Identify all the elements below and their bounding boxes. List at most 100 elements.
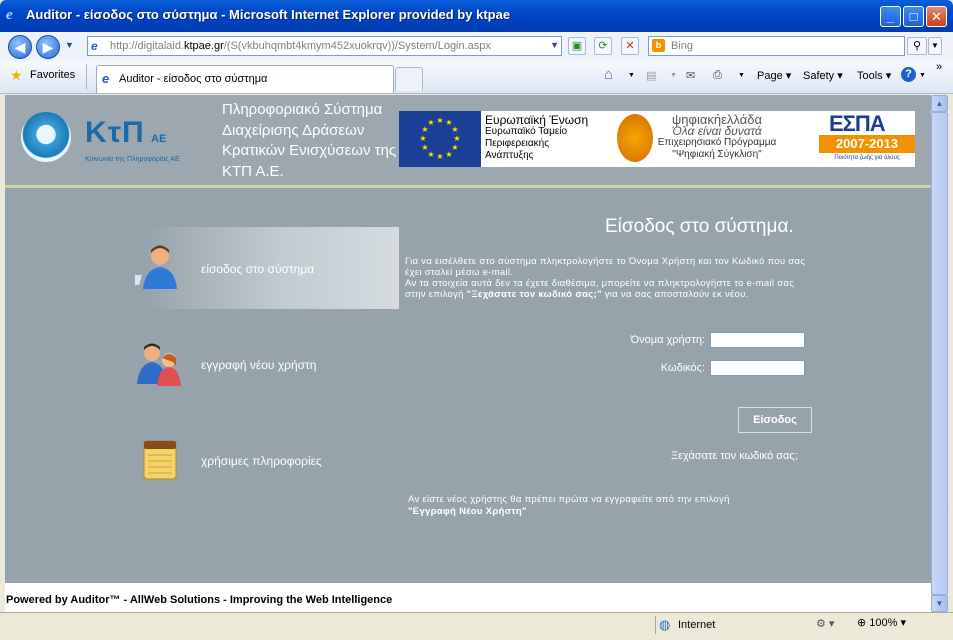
form-title: Είσοδος στο σύστημα. [605,216,794,237]
globe-icon: ◍ [659,617,671,632]
eu-line2: Περιφερειακής [485,138,550,149]
scroll-down-button[interactable]: ▼ [931,595,948,612]
espa-logo: ΕΣΠΑ 2007-2013 Ποιότητα ζωής για όλους [819,111,915,167]
window-title: Auditor - είσοδος στο σύστημα - Microsof… [26,7,511,22]
username-input[interactable] [710,332,805,348]
menu-item-register[interactable]: εγγραφή νέου χρήστη [201,358,316,372]
psifiaki-ellada-icon [617,114,653,162]
tools-menu[interactable]: Tools ▾ [857,69,891,82]
username-label: Όνομα χρήστη: [630,334,705,346]
protected-mode-icon[interactable]: ⚙ ▾ [816,617,834,630]
page-footer: Powered by Auditor™ - AllWeb Solutions -… [5,583,931,612]
address-dropdown-icon[interactable]: ▼ [550,40,559,50]
login-button[interactable]: Είσοδος [738,407,812,433]
search-placeholder: Bing [671,40,694,52]
home-dropdown-icon[interactable]: ▼ [628,72,635,79]
forgot-password-link[interactable]: Ξεχάσατε τον κωδικό σας; [671,450,798,462]
ps-slogan: Όλα είναι δυνατά [672,123,762,138]
security-zone: ◍ Internet [655,616,805,634]
minimize-button[interactable]: _ [880,6,901,27]
maximize-button[interactable]: □ [903,6,924,27]
back-button[interactable]: ◀ [8,35,32,59]
svg-text:★: ★ [421,143,428,152]
svg-text:★: ★ [436,116,443,125]
espa-years: 2007-2013 [819,135,915,153]
menu-item-login[interactable]: είσοδος στο σύστημα [201,262,314,276]
system-title: Πληροφοριακό Σύστημα Διαχείρισης Δράσεων… [222,101,397,180]
logo-ae: ΑΕ [151,133,167,145]
svg-text:★: ★ [427,118,434,127]
new-tab-button[interactable] [395,67,423,91]
svg-text:★: ★ [436,152,443,161]
safety-menu[interactable]: Safety ▾ [803,69,843,82]
espa-title: ΕΣΠΑ [829,111,886,136]
svg-text:★: ★ [453,134,460,143]
print-dropdown-icon[interactable]: ▼ [738,72,745,79]
new-user-note: Αν είστε νέος χρήστης θα πρέπει πρώτα να… [408,494,838,518]
forward-button[interactable]: ▶ [36,35,60,59]
svg-text:★: ★ [419,134,426,143]
eu-banner: ★ ★ ★ ★ ★ ★ ★ ★ ★ ★ ★ ★ Ευρωπαϊκή Ένωση … [399,111,915,167]
tab-current[interactable]: e Auditor - είσοδος στο σύστημα [96,65,394,93]
tab-title: Auditor - είσοδος στο σύστημα [119,73,268,85]
help-dropdown-icon[interactable]: ▼ [919,72,926,79]
password-input[interactable] [710,360,805,376]
header-divider [5,185,931,188]
scroll-thumb[interactable] [931,112,948,595]
new-user-link: "Εγγραφή Νέου Χρήστη" [408,506,527,517]
stop-icon[interactable]: ✕ [621,37,639,55]
search-options-icon[interactable]: ▼ [928,37,942,55]
compatibility-icon[interactable]: ▣ [568,37,586,55]
ie-logo-icon: e [6,7,13,23]
eu-flag-icon: ★ ★ ★ ★ ★ ★ ★ ★ ★ ★ ★ ★ [399,111,481,167]
password-label: Κωδικός: [660,362,705,374]
close-button[interactable]: ✕ [926,6,947,27]
ps-line1: Επιχειρησιακό Πρόγραμμα [657,137,777,148]
ps-line2: "Ψηφιακή Σύγκλιση" [672,148,762,160]
menu-item-info[interactable]: χρήσιμες πληροφορίες [201,454,322,468]
eu-title: Ευρωπαϊκή Ένωση [485,113,589,127]
form-intro: Για να εισέλθετε στο σύστημα πληκτρολογή… [405,256,815,300]
page-icon: e [91,39,98,53]
search-input[interactable]: b Bing [648,36,905,56]
new-users-icon[interactable] [135,340,185,390]
ktp-logo-icon [21,112,71,162]
espa-subtitle: Ποιότητα ζωής για όλους [834,155,900,161]
feeds-dropdown-icon[interactable]: ▼ [670,72,677,79]
tab-page-icon: e [102,71,110,86]
more-chevron-icon[interactable]: » [936,61,942,73]
new-user-text: Αν είστε νέος χρήστης θα πρέπει πρώτα να… [408,494,730,505]
logo-text: ΚτΠ [85,116,145,149]
intro-forgot-link: "Ξεχάσατε τον κωδικό σας;" [466,289,602,300]
eu-text: Ευρωπαϊκή Ένωση Ευρωπαϊκό Ταμείο Περιφερ… [485,114,588,162]
address-input[interactable]: e http://digitalaid.ktpae.gr/(S(vkbuhqmb… [87,36,562,56]
zoom-level: 100% [869,617,898,629]
separator [86,64,87,90]
refresh-icon[interactable]: ⟳ [594,37,612,55]
address-text: http://digitalaid.ktpae.gr/(S(vkbuhqmbt4… [110,40,491,52]
search-button[interactable]: ⚲ [907,37,927,55]
mail-icon[interactable]: ✉ [686,69,695,82]
logo-subtitle: Κοινωνία της Πληροφορίας ΑΕ [85,156,180,163]
zoom-control[interactable]: ⊕ 100% ▾ [857,616,906,629]
intro-text-1: Για να εισέλθετε στο σύστημα πληκτρολογή… [405,256,806,278]
vertical-scrollbar[interactable]: ▲ ▼ [931,95,948,612]
page-menu[interactable]: Page ▾ [757,69,791,82]
home-icon[interactable]: ⌂ [604,66,613,83]
notepad-icon[interactable] [135,435,185,485]
eu-line3: Ανάπτυξης [485,150,534,161]
eu-line1: Ευρωπαϊκό Ταμείο [485,126,568,137]
favorites-button[interactable]: Favorites [30,69,75,81]
help-icon[interactable]: ? [901,67,916,82]
zone-label: Internet [678,619,716,631]
bing-icon: b [652,39,665,52]
feeds-icon[interactable]: ▤ [646,69,656,82]
history-dropdown-icon[interactable]: ▼ [65,40,74,50]
user-login-icon[interactable] [127,241,185,291]
psifiaki-text: ψηφιακήελλάδα Όλα είναι δυνατά Επιχειρησ… [657,113,777,160]
print-icon[interactable]: ⎙ [713,69,722,82]
svg-text:★: ★ [445,150,452,159]
scroll-up-button[interactable]: ▲ [931,95,948,112]
footer-text: Powered by Auditor™ - AllWeb Solutions -… [6,594,393,606]
page-content: ΚτΠ ΑΕ Κοινωνία της Πληροφορίας ΑΕ Πληρο… [5,95,931,612]
